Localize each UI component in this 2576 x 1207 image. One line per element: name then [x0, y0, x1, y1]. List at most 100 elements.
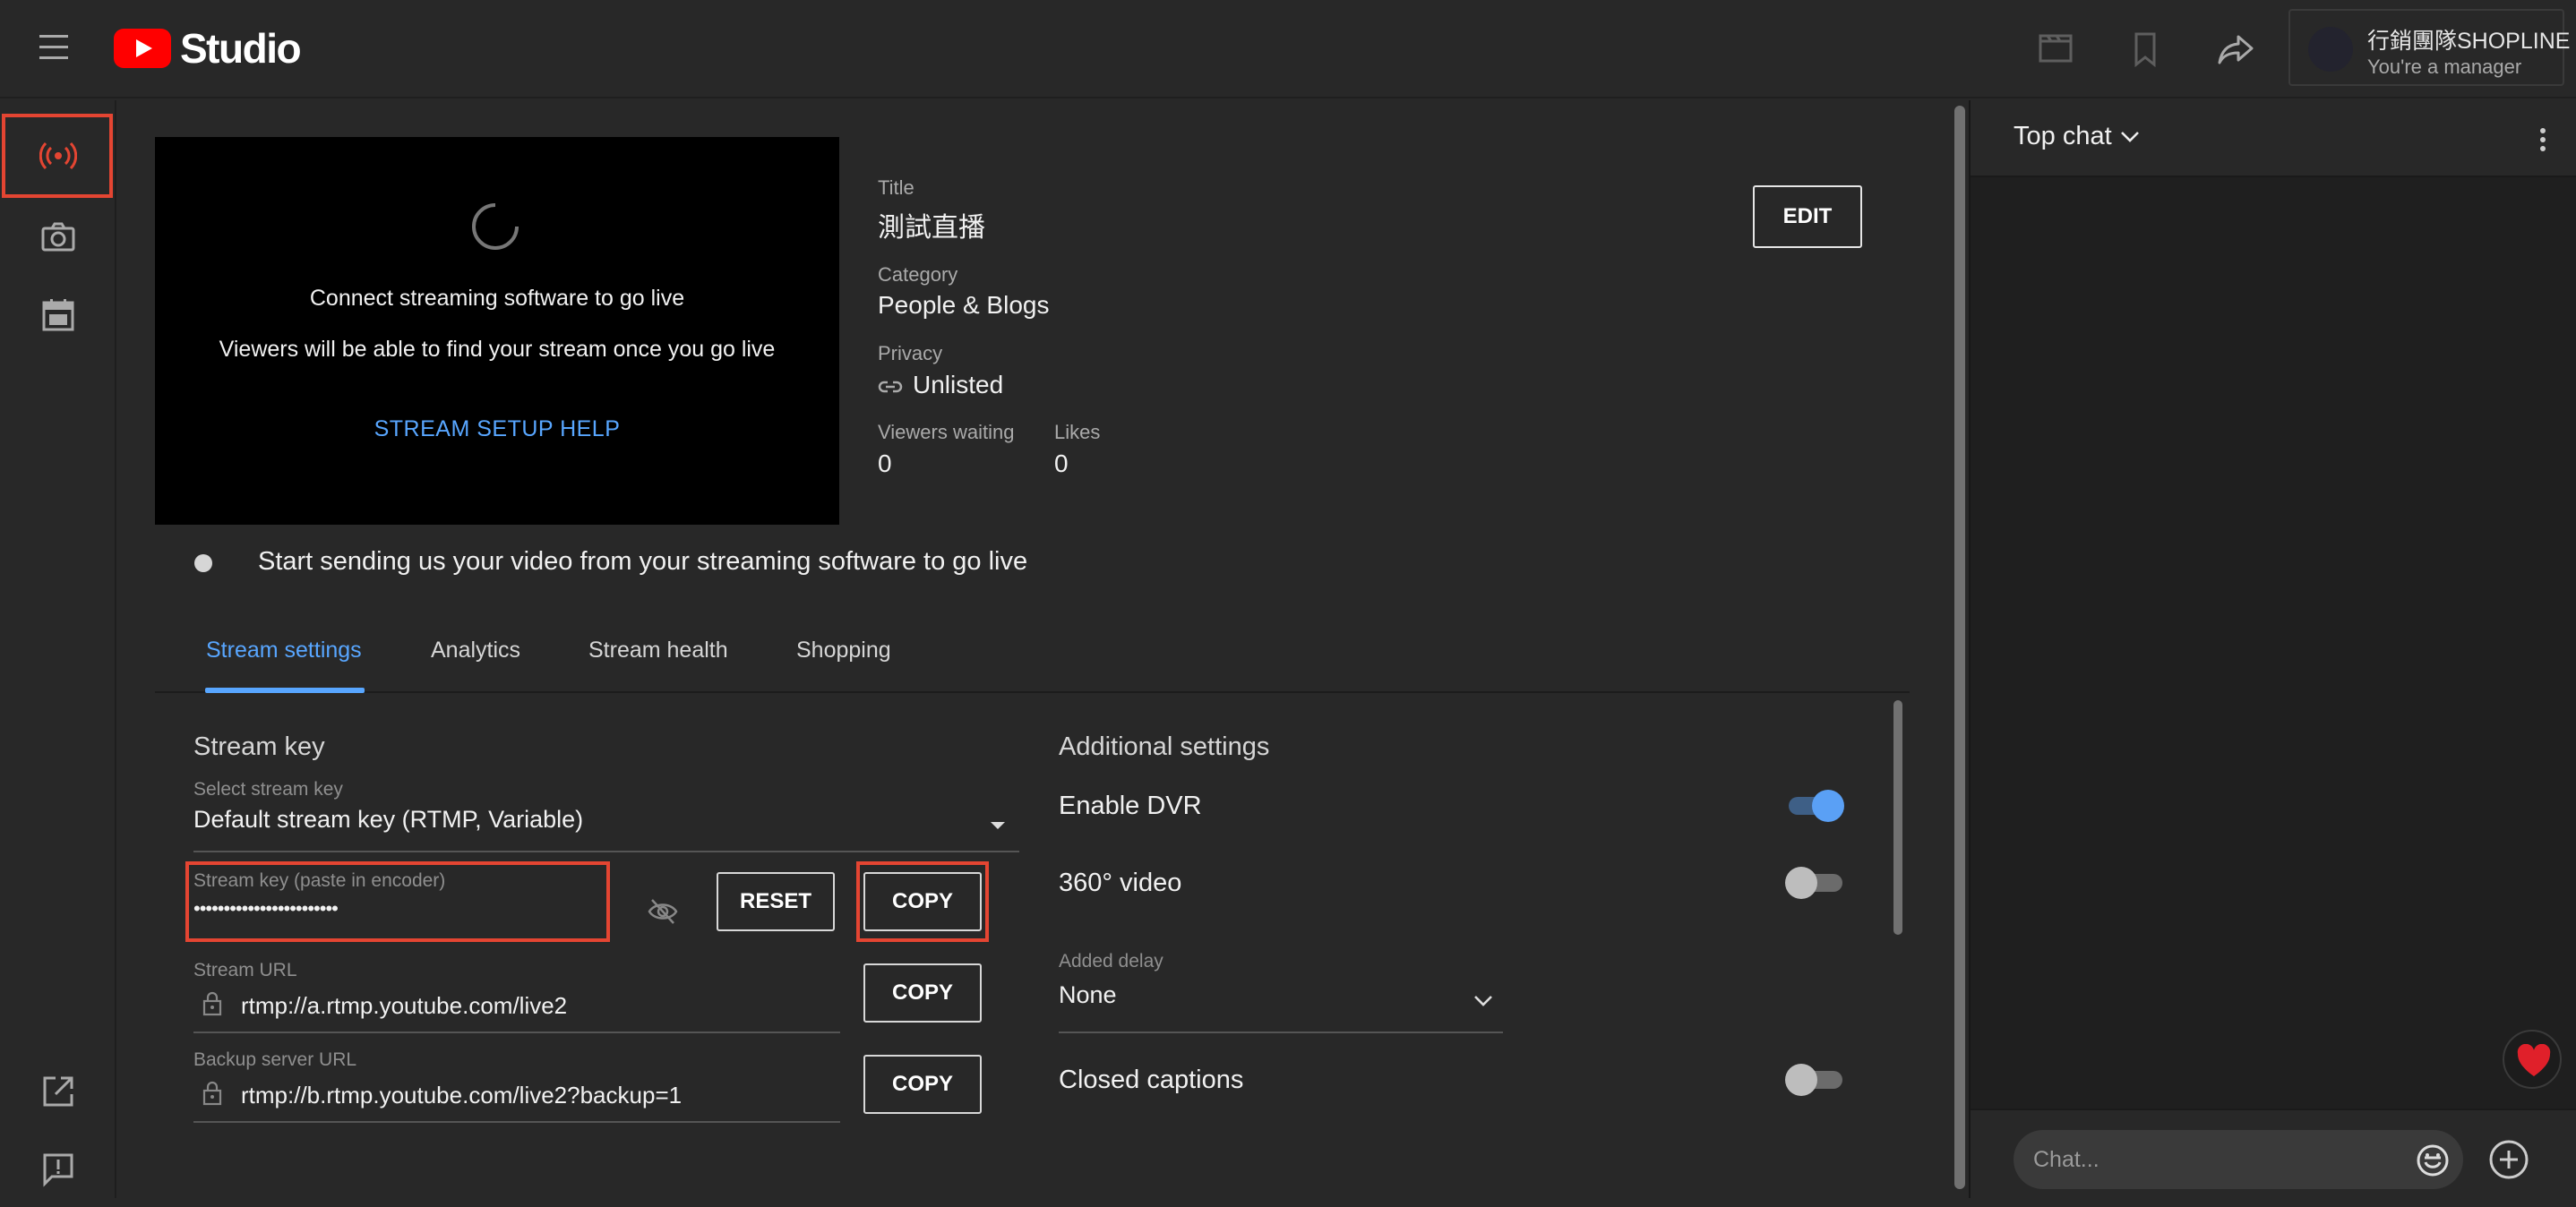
- copy-stream-url-button[interactable]: COPY: [863, 963, 982, 1023]
- viewers-waiting-value: 0: [878, 449, 892, 477]
- select-underline: [193, 851, 1019, 852]
- stream-details: Title 測試直播 Category People & Blogs Priva…: [839, 137, 1910, 525]
- copy-stream-key-button[interactable]: COPY: [863, 872, 982, 931]
- viewers-waiting-label: Viewers waiting: [878, 421, 1015, 443]
- loading-spinner-icon: [472, 203, 519, 250]
- edit-button[interactable]: EDIT: [1753, 185, 1862, 248]
- added-delay-label: Added delay: [1059, 951, 1163, 972]
- delay-underline: [1059, 1032, 1503, 1033]
- toggle-knob: [1785, 1064, 1817, 1096]
- added-delay-select[interactable]: None: [1059, 976, 1503, 1030]
- 360-video-label: 360° video: [1059, 869, 1182, 897]
- feedback-icon: [43, 1153, 73, 1187]
- preview-subtext: Viewers will be able to find your stream…: [219, 337, 776, 362]
- left-nav: [0, 100, 116, 1198]
- toggle-knob: [1785, 867, 1817, 899]
- add-icon[interactable]: [2486, 1137, 2531, 1182]
- tabs-bar: Stream settings Analytics Stream health …: [155, 616, 1910, 693]
- 360-video-toggle[interactable]: [1785, 865, 1844, 901]
- camera-icon: [41, 222, 75, 252]
- additional-settings-heading: Additional settings: [1059, 732, 1270, 761]
- lock-icon: [202, 1081, 222, 1106]
- visibility-off-icon[interactable]: [647, 897, 679, 926]
- chat-footer: Chat...: [1971, 1109, 2576, 1198]
- stream-key-select-value: Default stream key (RTMP, Variable): [193, 806, 584, 833]
- enable-dvr-toggle[interactable]: [1785, 788, 1844, 824]
- copy-backup-url-button[interactable]: COPY: [863, 1055, 982, 1114]
- lock-icon: [202, 991, 222, 1016]
- stream-status-bar: Start sending us your video from your st…: [155, 525, 1910, 602]
- backup-url-value[interactable]: rtmp://b.rtmp.youtube.com/live2?backup=1: [241, 1082, 682, 1109]
- chat-placeholder: Chat...: [2033, 1147, 2099, 1172]
- logo-text: Studio: [180, 25, 302, 72]
- stream-key-select[interactable]: Default stream key (RTMP, Variable): [193, 800, 1019, 851]
- title-label: Title: [878, 176, 914, 199]
- nav-open-external[interactable]: [0, 1053, 115, 1130]
- nav-manage[interactable]: [0, 276, 115, 353]
- privacy-value: Unlisted: [913, 371, 1004, 398]
- stream-key-heading: Stream key: [193, 732, 325, 761]
- more-options-icon[interactable]: [2529, 122, 2556, 158]
- select-stream-key-label: Select stream key: [193, 779, 343, 800]
- settings-scrollbar[interactable]: [1893, 700, 1902, 935]
- studio-logo[interactable]: Studio: [114, 24, 302, 73]
- chat-header: Top chat: [1971, 100, 2576, 177]
- emoji-icon[interactable]: [2413, 1141, 2452, 1180]
- nav-stream[interactable]: [2, 114, 113, 198]
- dropdown-arrow-icon: [991, 822, 1005, 829]
- stream-key-field[interactable]: ••••••••••••••••••••••••: [193, 892, 597, 933]
- enable-dvr-label: Enable DVR: [1059, 792, 1202, 820]
- stream-key-label: Stream key (paste in encoder): [193, 870, 446, 891]
- tab-stream-health[interactable]: Stream health: [588, 638, 728, 663]
- channel-role: You're a manager: [2367, 56, 2522, 78]
- main-scrollbar[interactable]: [1954, 106, 1965, 1189]
- youtube-play-icon: [114, 29, 171, 68]
- category-value: People & Blogs: [878, 291, 1050, 319]
- channel-switcher[interactable]: 行銷團隊SHOPLINE You're a manager: [2288, 9, 2570, 86]
- stream-setup-help-link[interactable]: STREAM SETUP HELP: [155, 416, 839, 442]
- likes-value: 0: [1054, 449, 1069, 477]
- live-broadcast-icon: [39, 141, 77, 170]
- nav-feedback[interactable]: [0, 1130, 115, 1207]
- clapperboard-icon[interactable]: [2035, 29, 2076, 70]
- backup-url-label: Backup server URL: [193, 1049, 357, 1070]
- calendar-icon: [42, 299, 74, 331]
- menu-icon[interactable]: [36, 30, 79, 65]
- stream-url-label: Stream URL: [193, 960, 297, 980]
- link-icon: [878, 381, 903, 393]
- added-delay-value: None: [1059, 981, 1117, 1008]
- share-icon[interactable]: [2215, 29, 2256, 70]
- chat-input[interactable]: Chat...: [2014, 1130, 2463, 1189]
- tab-analytics[interactable]: Analytics: [431, 638, 520, 663]
- channel-name: 行銷團隊SHOPLINE: [2367, 29, 2571, 54]
- avatar: [2308, 27, 2353, 72]
- preview-message: Connect streaming software to go live: [309, 286, 685, 311]
- likes-label: Likes: [1054, 421, 1101, 443]
- chat-title: Top chat: [2014, 122, 2112, 150]
- category-label: Category: [878, 263, 958, 286]
- privacy-label: Privacy: [878, 342, 943, 364]
- stream-key-value: ••••••••••••••••••••••••: [193, 897, 339, 920]
- status-message: Start sending us your video from your st…: [258, 547, 1028, 576]
- stream-url-value[interactable]: rtmp://a.rtmp.youtube.com/live2: [241, 992, 567, 1020]
- external-link-icon: [43, 1076, 73, 1107]
- reset-stream-key-button[interactable]: RESET: [717, 872, 835, 931]
- chevron-down-icon: [2120, 131, 2139, 142]
- stream-url-underline: [193, 1032, 840, 1033]
- tab-shopping[interactable]: Shopping: [796, 638, 891, 663]
- chat-mode-dropdown[interactable]: Top chat: [2014, 122, 2141, 151]
- title-value: 測試直播: [878, 213, 985, 243]
- stream-settings-panel: Stream key Select stream key Default str…: [155, 693, 1910, 1166]
- nav-webcam[interactable]: [0, 199, 115, 276]
- tab-stream-settings[interactable]: Stream settings: [206, 638, 362, 663]
- toggle-knob: [1812, 790, 1844, 822]
- status-indicator: [194, 554, 212, 572]
- top-header: Studio 行銷團隊SHOPLINE You're a manager: [0, 0, 2576, 98]
- chevron-down-icon: [1474, 996, 1492, 1006]
- video-preview: Connect streaming software to go live Vi…: [155, 137, 839, 525]
- closed-captions-toggle[interactable]: [1785, 1062, 1844, 1098]
- bookmark-icon[interactable]: [2125, 29, 2166, 70]
- heart-reaction-button[interactable]: [2503, 1030, 2562, 1089]
- heart-icon: [2517, 1044, 2551, 1076]
- live-chat-panel: Top chat Chat...: [1969, 100, 2576, 1198]
